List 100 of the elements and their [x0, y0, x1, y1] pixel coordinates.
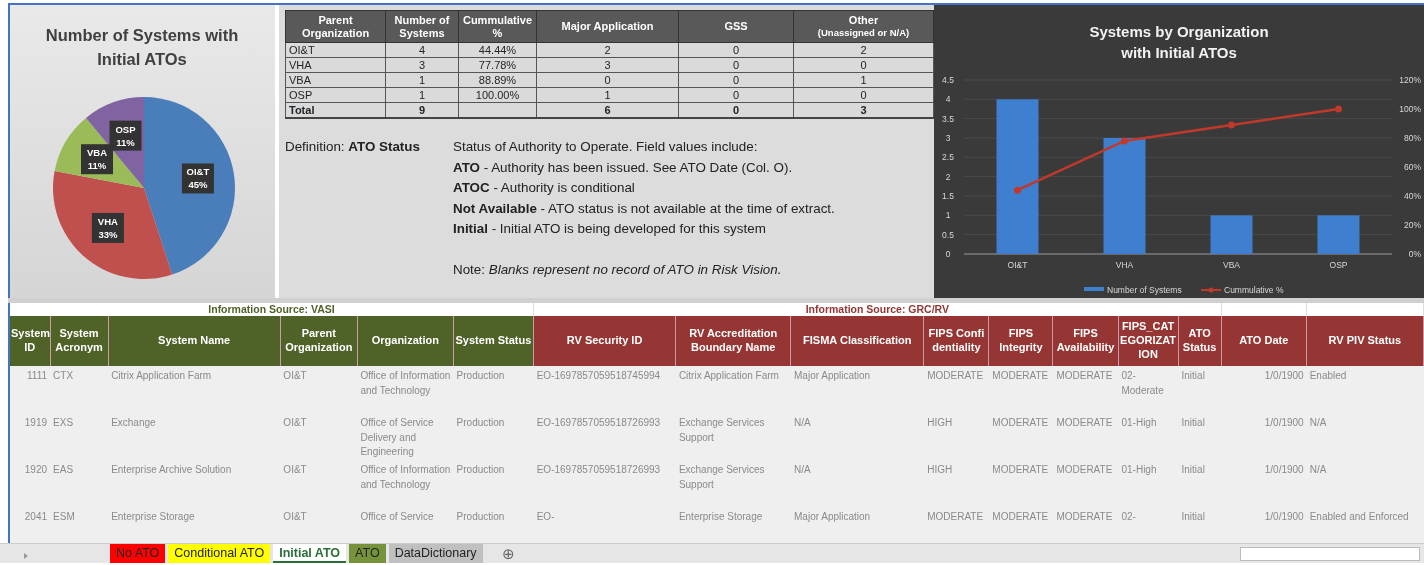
- table-cell-text: Production: [455, 369, 506, 383]
- axis-label: 100%: [1399, 104, 1421, 114]
- table-cell-text: 1111: [26, 369, 49, 383]
- add-sheet-button[interactable]: ⊕: [501, 545, 515, 563]
- definition-text: ATO - Authority has been issued. See ATO Date (Col. O).: [453, 158, 794, 177]
- table-cell-text: EO-1697857059518745994: [535, 369, 662, 383]
- data-label: OI&T 45%: [181, 163, 214, 194]
- table-cell-text: 1919: [23, 416, 49, 430]
- table-cell-text: 01-High: [1120, 463, 1158, 477]
- axis-label: 20%: [1404, 220, 1421, 230]
- table-cell-text: Production: [455, 510, 506, 524]
- column-header: FIPS Confidentiality: [923, 316, 989, 366]
- column-header: Cummulative %: [458, 10, 537, 43]
- definition-label: Definition: ATO Status: [285, 139, 420, 154]
- table-cell-text: 01-High: [1120, 416, 1158, 430]
- table-cell-text: 02-Moderate: [1120, 369, 1165, 398]
- column-header: Parent Organization: [285, 10, 386, 43]
- slice-label: OSP: [115, 123, 137, 135]
- table-cell-text: Enterprise Archive Solution: [110, 463, 233, 477]
- table-cell-text: OI&T: [282, 369, 308, 383]
- table-cell-text: MODERATE: [991, 416, 1050, 430]
- sheet-tab[interactable]: No ATO: [110, 544, 166, 563]
- axis-label: OI&T: [1007, 260, 1028, 270]
- column-header: GSS: [678, 10, 794, 43]
- column-header: Number of Systems: [385, 10, 459, 43]
- column-header: FIPS Availability: [1052, 316, 1119, 366]
- axis-label: 1: [945, 210, 951, 221]
- sheet-tab[interactable]: Initial ATO: [273, 544, 347, 563]
- column-header: System Status: [453, 316, 534, 366]
- scroll-left-icon: [24, 552, 28, 559]
- column-header: System Acronym: [50, 316, 109, 366]
- table-cell-text: 1920: [23, 463, 49, 477]
- data-point: [1335, 105, 1342, 113]
- table-cell-text: OI&T: [282, 416, 308, 430]
- table-cell-text: Major Application: [793, 369, 872, 383]
- table-cell-text: 1/0/1900: [1263, 416, 1305, 430]
- axis-label: 0.5: [942, 229, 954, 240]
- note-text: Note: Blanks represent no record of ATO in Risk Vision.: [453, 260, 783, 279]
- axis-label: 80%: [1404, 133, 1421, 143]
- axis-label: 60%: [1404, 162, 1421, 172]
- axis-label: 0%: [1408, 249, 1421, 259]
- column-header: ATO Status: [1178, 316, 1222, 366]
- column-header: Organization: [357, 316, 454, 366]
- slice-label: OI&T: [186, 166, 210, 178]
- sheet-tab[interactable]: ATO: [349, 544, 386, 563]
- table-cell-text: Enterprise Storage: [110, 510, 196, 524]
- data-label: 11%: [116, 136, 136, 148]
- data-label: 11%: [87, 160, 107, 172]
- table-cell-text: EAS: [52, 463, 75, 477]
- column-header: ATO Date: [1221, 316, 1307, 366]
- axis-label: 3: [945, 133, 951, 143]
- slice-label: VHA: [97, 215, 119, 227]
- axis-label: VBA: [1223, 260, 1240, 270]
- axis-label: 1.5: [942, 191, 954, 201]
- table-cell-text: Office of Information and Technology: [359, 463, 452, 492]
- column-header: Parent Organization: [280, 316, 358, 366]
- legend-swatch: [1084, 287, 1104, 291]
- horizontal-scrollbar[interactable]: [1240, 547, 1420, 561]
- table-cell-text: EO-: [535, 510, 556, 524]
- axis-label: 40%: [1404, 191, 1421, 201]
- table-cell-text: MODERATE: [991, 369, 1050, 383]
- table-cell-text: Production: [455, 463, 506, 477]
- table-cell-text: Exchange Services Support: [677, 463, 766, 492]
- legend-swatch: [1200, 287, 1222, 293]
- data-point: [1228, 121, 1235, 129]
- axis-label: 120%: [1399, 75, 1421, 85]
- table-cell-text: Citrix Application Farm: [677, 369, 780, 383]
- column-header: Major Application: [536, 10, 679, 43]
- sheet-tab[interactable]: DataDictionary: [388, 544, 483, 563]
- sheet-tab[interactable]: Conditional ATO: [168, 544, 271, 563]
- table-cell-text: MODERATE: [1055, 463, 1114, 477]
- table-cell-text: Initial: [1180, 369, 1206, 383]
- definition-text: ATOC - Authority is conditional: [453, 179, 636, 197]
- legend-label: Cummulative %: [1224, 285, 1284, 295]
- table-cell-text: Citrix Application Farm: [110, 369, 213, 383]
- table-cell-text: MODERATE: [926, 510, 985, 524]
- table-cell-text: ESM: [52, 510, 76, 524]
- definition-text: Initial - Initial ATO is being developed for this system: [453, 220, 767, 238]
- column-header: System Name: [108, 316, 281, 366]
- definition-text: Status of Authority to Operate. Field values include:: [453, 138, 759, 156]
- table-cell-text: MODERATE: [991, 463, 1050, 477]
- table-cell-text: Exchange: [110, 416, 157, 430]
- axis-label: 0: [945, 249, 951, 259]
- column-header: FIPS_CATEGORIZATION: [1118, 316, 1179, 366]
- axis-label: 2.5: [942, 152, 954, 163]
- table-cell-text: 1/0/1900: [1263, 369, 1305, 383]
- data-label: 45%: [188, 179, 208, 191]
- column-header: RV Security ID: [533, 316, 676, 366]
- table-cell-text: Initial: [1180, 510, 1206, 524]
- table-cell-text: MODERATE: [991, 510, 1050, 524]
- table-cell-text: N/A: [1308, 463, 1328, 477]
- column-header: RV PIV Status: [1306, 316, 1424, 366]
- table-cell-text: CTX: [52, 369, 75, 383]
- table-cell-text: 1/0/1900: [1263, 510, 1305, 524]
- legend-label: Number of Systems: [1107, 285, 1182, 295]
- table-cell-text: Office of Service: [359, 510, 435, 524]
- table-cell-text: N/A: [793, 463, 812, 477]
- table-cell-text: N/A: [793, 416, 812, 430]
- data-label: VBA 11%: [81, 144, 113, 175]
- table-cell-text: Enabled and Enforced: [1308, 510, 1410, 524]
